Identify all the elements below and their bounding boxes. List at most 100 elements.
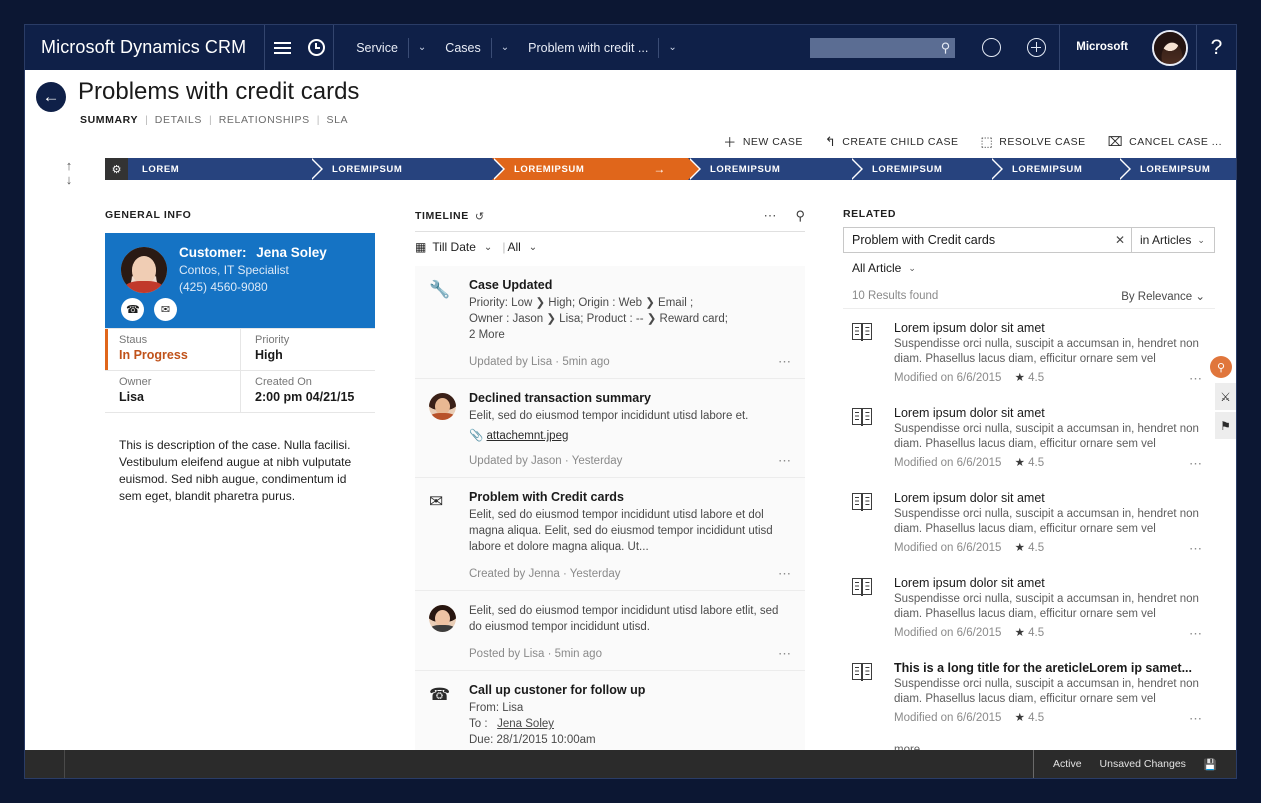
timeline-card-title: Declined transaction summary xyxy=(469,391,652,405)
attachment-row[interactable]: 📎 attachemnt.jpeg xyxy=(469,428,791,442)
search-input[interactable]: Problem with Credit cards xyxy=(844,228,1109,252)
search-scope-dropdown[interactable]: in Articles ⌄ xyxy=(1131,228,1214,252)
back-button[interactable]: ← xyxy=(36,82,66,112)
record-nav-arrows[interactable]: ↑ ↓ xyxy=(58,159,80,187)
timeline-date-filter[interactable]: Till Date xyxy=(432,240,476,254)
tab-details[interactable]: DETAILS xyxy=(155,114,202,126)
more-icon[interactable]: ⋯ xyxy=(763,208,777,224)
advance-stage-icon[interactable]: → xyxy=(653,162,666,176)
customer-name[interactable]: Jena Soley xyxy=(256,245,327,260)
more-icon[interactable]: ⋯ xyxy=(1189,371,1203,387)
quick-create-icon[interactable] xyxy=(1027,38,1047,57)
clock-icon[interactable] xyxy=(299,25,333,70)
process-stage-2[interactable]: LOREMIPSUM xyxy=(310,158,505,180)
help-icon[interactable]: ? xyxy=(1196,25,1236,70)
article-title[interactable]: Lorem ipsum dolor sit amet xyxy=(894,491,1205,505)
create-child-case-button[interactable]: ↰ CREATE CHILD CASE xyxy=(825,134,959,150)
chevron-down-icon[interactable]: ⌄ xyxy=(490,37,518,58)
user-avatar xyxy=(429,603,469,660)
article-title[interactable]: Lorem ipsum dolor sit amet xyxy=(894,406,1205,420)
process-stage-6[interactable]: LOREMIPSUM xyxy=(990,158,1131,180)
next-record-icon[interactable]: ↓ xyxy=(58,173,80,187)
customer-card[interactable]: Customer: Jena Soley Contos, IT Speciali… xyxy=(105,233,375,328)
article-rating: 4.5 xyxy=(1028,542,1045,554)
cancel-case-button[interactable]: ⌧ CANCEL CASE ... xyxy=(1108,134,1222,150)
more-icon[interactable]: ⋯ xyxy=(778,566,792,582)
field-created-on[interactable]: Created On 2:00 pm 04/21/15 xyxy=(240,371,375,413)
tab-sla[interactable]: SLA xyxy=(327,114,349,126)
org-label[interactable]: Microsoft xyxy=(1059,25,1144,70)
service-tools-icon[interactable]: ⚔ xyxy=(1215,383,1236,410)
refresh-icon[interactable]: ↺ xyxy=(475,210,484,223)
field-status[interactable]: Staus In Progress xyxy=(105,329,240,371)
avatar[interactable] xyxy=(1152,29,1188,66)
process-stage-1[interactable]: LOREM xyxy=(128,158,323,180)
resolve-case-button[interactable]: ⬚ RESOLVE CASE xyxy=(980,134,1085,150)
article-title[interactable]: Lorem ipsum dolor sit amet xyxy=(894,576,1205,590)
tab-summary[interactable]: SUMMARY xyxy=(80,114,138,126)
search-icon[interactable]: ⚲ xyxy=(795,208,805,224)
list-item[interactable]: Lorem ipsum dolor sit amet Suspendisse o… xyxy=(843,479,1215,564)
article-snippet: Suspendisse orci nulla, suscipit a accum… xyxy=(894,593,1199,620)
recipient-link[interactable]: Jena Soley xyxy=(497,718,554,730)
save-icon[interactable]: 💾 xyxy=(1204,758,1217,771)
list-item[interactable]: Eelit, sed do eiusmod tempor incididunt … xyxy=(415,591,805,671)
hamburger-icon[interactable] xyxy=(265,25,299,70)
search-knowledge-icon[interactable]: ⚲ xyxy=(1210,356,1232,378)
process-stage-4[interactable]: LOREMIPSUM xyxy=(688,158,863,180)
more-icon[interactable]: ⋯ xyxy=(1189,711,1203,727)
previous-record-icon[interactable]: ↑ xyxy=(58,159,80,173)
process-stage-7[interactable]: LOREMIPSUM xyxy=(1118,158,1236,180)
chevron-down-icon[interactable]: ⌄ xyxy=(484,242,492,253)
field-label: Owner xyxy=(119,376,152,388)
more-icon[interactable]: ⋯ xyxy=(1189,541,1203,557)
list-item[interactable]: ✉ Problem with Credit cards Eelit, sed d… xyxy=(415,478,805,591)
more-icon[interactable]: ⋯ xyxy=(1189,626,1203,642)
process-stage-5[interactable]: LOREMIPSUM xyxy=(850,158,1003,180)
article-title[interactable]: Lorem ipsum dolor sit amet xyxy=(894,321,1205,335)
more-icon[interactable]: ⋯ xyxy=(778,646,792,662)
more-icon[interactable]: ⋯ xyxy=(1189,456,1203,472)
more-icon[interactable]: ⋯ xyxy=(778,453,792,469)
nav-crumb-service[interactable]: Service xyxy=(346,41,408,55)
email-icon[interactable]: ✉ xyxy=(154,298,177,321)
process-stage-3-active[interactable]: LOREMIPSUM → xyxy=(492,158,701,180)
attachment-name[interactable]: attachemnt.jpeg xyxy=(487,430,569,442)
global-search-input[interactable]: ⚲ xyxy=(810,37,956,58)
field-owner[interactable]: Owner Lisa xyxy=(105,371,240,413)
phone-icon[interactable]: ☎ xyxy=(121,298,144,321)
command-bar: ＋ NEW CASE ↰ CREATE CHILD CASE ⬚ RESOLVE… xyxy=(701,132,1222,151)
list-item[interactable]: Lorem ipsum dolor sit amet Suspendisse o… xyxy=(843,309,1215,394)
badge-icon[interactable]: ⚑ xyxy=(1215,412,1236,439)
list-item[interactable]: 🔧 Case Updated Priority: Low ❯ High; Ori… xyxy=(415,266,805,379)
timeline-card-more[interactable]: 2 More xyxy=(469,327,791,343)
list-item[interactable]: Declined transaction summary Eelit, sed … xyxy=(415,379,805,478)
tab-relationships[interactable]: RELATIONSHIPS xyxy=(219,114,310,126)
list-item[interactable]: Lorem ipsum dolor sit amet Suspendisse o… xyxy=(843,394,1215,479)
email-icon: ✉ xyxy=(429,492,444,511)
timeline-card-meta: Updated by Jason · Yesterday xyxy=(469,455,623,467)
tab-separator: | xyxy=(316,114,320,126)
list-item[interactable]: Lorem ipsum dolor sit amet Suspendisse o… xyxy=(843,564,1215,649)
app-brand[interactable]: Microsoft Dynamics CRM xyxy=(25,37,264,58)
field-priority[interactable]: Priority High xyxy=(240,329,375,371)
nav-crumb-record[interactable]: Problem with credit ... xyxy=(518,41,658,55)
close-icon[interactable]: ✕ xyxy=(1109,228,1131,252)
sort-dropdown[interactable]: By Relevance ⌄ xyxy=(1121,289,1205,303)
chevron-down-icon[interactable]: ⌄ xyxy=(658,37,685,58)
chevron-down-icon[interactable]: ⌄ xyxy=(407,37,435,58)
nav-crumb-cases[interactable]: Cases xyxy=(435,41,490,55)
general-info-section: GENERAL INFO Customer: Jena Soley Contos… xyxy=(105,209,375,521)
article-meta: Modified on 6/6/2015 ★ 4.5 xyxy=(894,710,1205,724)
chevron-down-icon[interactable]: ⌄ xyxy=(529,242,537,253)
more-icon[interactable]: ⋯ xyxy=(778,354,792,370)
article-title[interactable]: This is a long title for the areticleLor… xyxy=(894,661,1205,675)
assistant-icon[interactable] xyxy=(982,38,1002,57)
list-item[interactable]: This is a long title for the areticleLor… xyxy=(843,649,1215,734)
case-description[interactable]: This is description of the case. Nulla f… xyxy=(105,425,375,521)
search-icon[interactable]: ⚲ xyxy=(941,40,951,56)
gear-icon[interactable]: ⚙ xyxy=(105,158,128,180)
article-filter-dropdown[interactable]: All Article ⌄ xyxy=(843,253,1215,283)
new-case-button[interactable]: ＋ NEW CASE xyxy=(723,132,803,151)
timeline-type-filter[interactable]: All xyxy=(507,240,520,254)
